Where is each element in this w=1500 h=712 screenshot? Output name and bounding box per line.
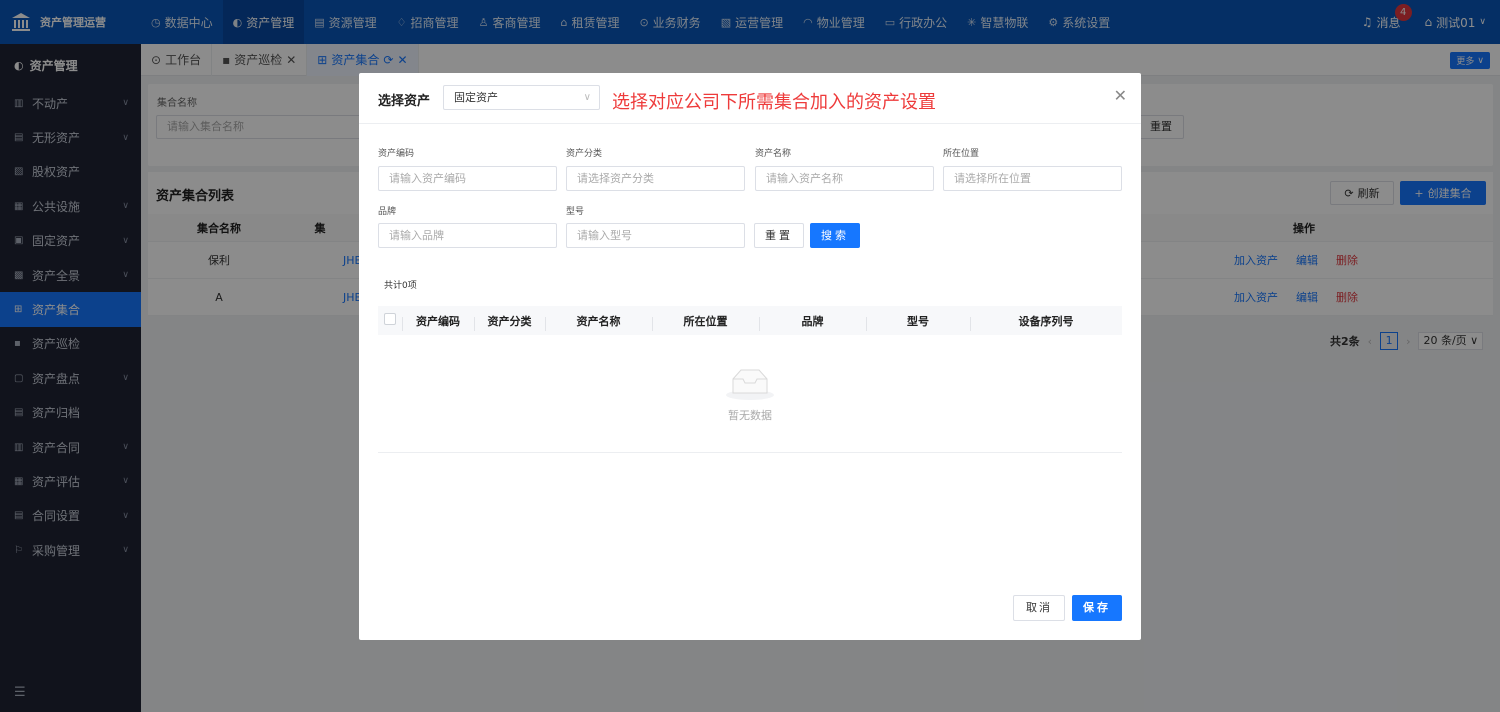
- asset-name-label: 资产名称: [755, 149, 792, 159]
- location-label: 所在位置: [943, 149, 980, 159]
- chevron-down-icon: ∨: [583, 92, 591, 103]
- brand-input[interactable]: 请输入品牌: [378, 223, 557, 248]
- column-header: 品牌: [759, 313, 866, 331]
- reset-button[interactable]: 重置: [754, 223, 804, 248]
- asset-table: 资产编码 资产分类 资产名称 所在位置 品牌 型号 设备序列号 暂无数据: [378, 306, 1122, 453]
- asset-category-label: 资产分类: [566, 149, 603, 159]
- asset-type-select[interactable]: 固定资产 ∨: [443, 85, 600, 110]
- empty-text: 暂无数据: [728, 409, 772, 422]
- asset-category-select[interactable]: 请选择资产分类: [566, 166, 745, 191]
- brand-label: 品牌: [378, 207, 397, 217]
- asset-name-input[interactable]: 请输入资产名称: [755, 166, 934, 191]
- modal-title: 选择资产: [378, 94, 431, 109]
- column-header: 型号: [866, 313, 970, 331]
- cancel-button[interactable]: 取消: [1013, 595, 1065, 621]
- close-icon[interactable]: ✕: [1114, 86, 1127, 105]
- column-header: 设备序列号: [970, 313, 1122, 331]
- empty-box-icon: [726, 369, 774, 400]
- column-header: 资产编码: [402, 313, 474, 331]
- column-header: 资产名称: [545, 313, 652, 331]
- modal-header: 选择资产 固定资产 ∨ 选择对应公司下所需集合加入的资产设置 ✕: [359, 73, 1141, 124]
- empty-state: 暂无数据: [378, 335, 1122, 453]
- column-header: 所在位置: [652, 313, 759, 331]
- asset-table-header: 资产编码 资产分类 资产名称 所在位置 品牌 型号 设备序列号: [378, 306, 1122, 335]
- column-header: 资产分类: [474, 313, 545, 331]
- total-count: 共计0项: [384, 281, 417, 291]
- asset-code-input[interactable]: 请输入资产编码: [378, 166, 557, 191]
- asset-code-label: 资产编码: [378, 149, 415, 159]
- annotation-note: 选择对应公司下所需集合加入的资产设置: [612, 92, 936, 113]
- select-all-cell: [378, 313, 402, 328]
- select-asset-modal: 选择资产 固定资产 ∨ 选择对应公司下所需集合加入的资产设置 ✕ 资产编码 请输…: [359, 73, 1141, 640]
- asset-type-value: 固定资产: [454, 91, 498, 104]
- select-all-checkbox[interactable]: [384, 313, 396, 325]
- location-select[interactable]: 请选择所在位置: [943, 166, 1122, 191]
- save-button[interactable]: 保存: [1072, 595, 1122, 621]
- search-button[interactable]: 搜索: [810, 223, 860, 248]
- model-label: 型号: [566, 207, 585, 217]
- model-input[interactable]: 请输入型号: [566, 223, 745, 248]
